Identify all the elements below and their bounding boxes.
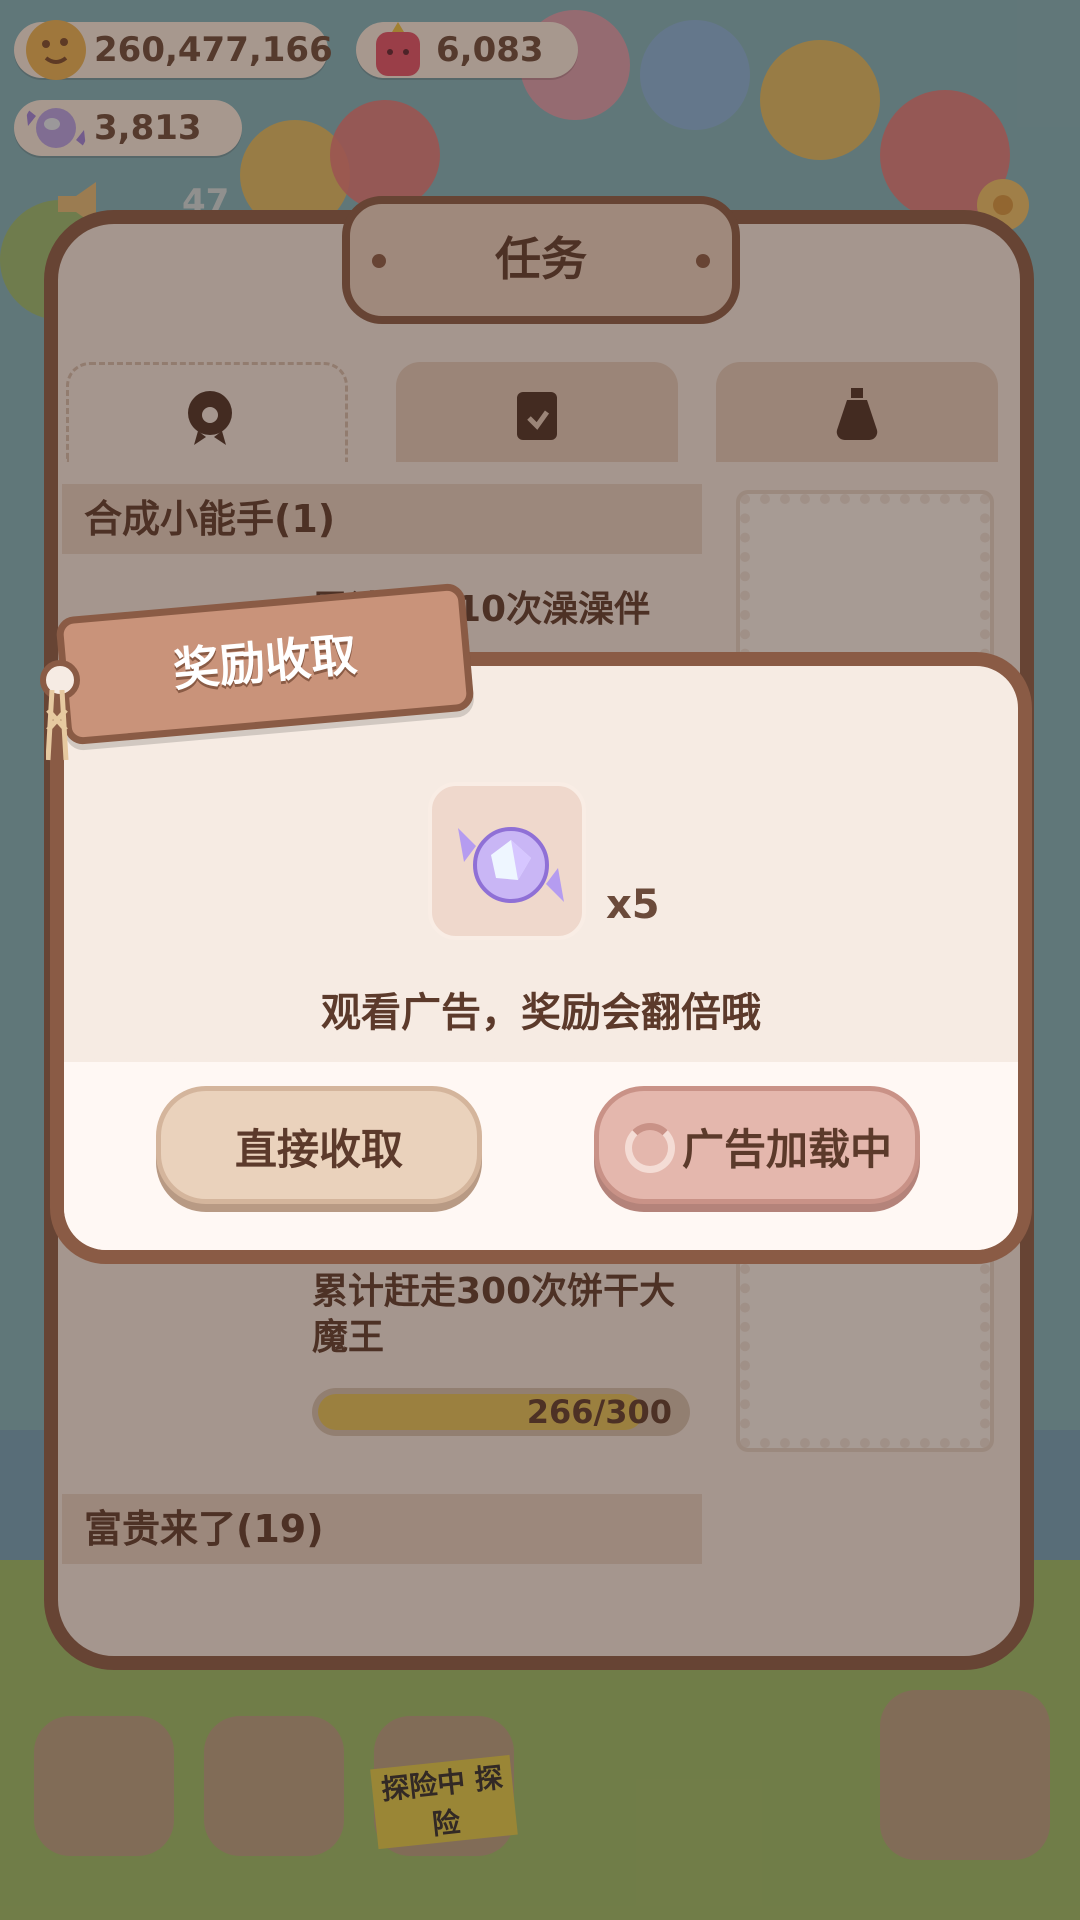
watch-ad-label: 广告加载中 xyxy=(681,1125,892,1174)
collect-directly-label: 直接收取 xyxy=(234,1125,403,1174)
tag-string xyxy=(46,690,69,761)
crystal-candy-icon xyxy=(458,827,564,903)
watch-ad-button[interactable]: 广告加载中 xyxy=(594,1086,920,1204)
reward-quantity: x5 xyxy=(606,882,660,928)
loading-spinner-icon xyxy=(625,1123,675,1173)
reward-item-slot xyxy=(428,782,586,940)
collect-directly-button[interactable]: 直接收取 xyxy=(156,1086,482,1204)
dialog-message: 观看广告，奖励会翻倍哦 xyxy=(321,990,761,1036)
